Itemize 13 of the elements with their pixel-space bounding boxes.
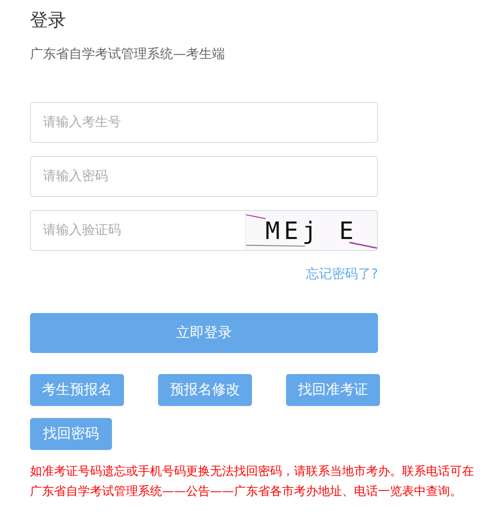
forgot-password-link[interactable]: 忘记密码了? xyxy=(306,265,378,283)
action-button[interactable]: 考生预报名 xyxy=(30,374,124,406)
input-field[interactable]: 请输入考生号 xyxy=(30,102,378,143)
input-field[interactable]: 请输入密码 xyxy=(30,156,378,197)
action-button[interactable]: 预报名修改 xyxy=(158,374,252,406)
login-button[interactable]: 立即登录 xyxy=(30,313,378,353)
action-button[interactable]: 找回密码 xyxy=(30,418,112,450)
captcha-image[interactable]: MEj E xyxy=(245,210,378,251)
page-title: 登录 xyxy=(30,9,67,33)
action-button[interactable]: 找回准考证 xyxy=(286,374,380,406)
notice-text: 如准考证号码遗忘或手机号码更换无法找回密码，请联系当地市考办。联系电话可在广东省自学考试管理系统——公告——广东省各市考办地址、电话一览表中查询。 xyxy=(30,463,475,500)
input-field[interactable]: 请输入验证码 xyxy=(30,210,245,251)
subtitle: 广东省自学考试管理系统—考生端 xyxy=(30,46,226,64)
